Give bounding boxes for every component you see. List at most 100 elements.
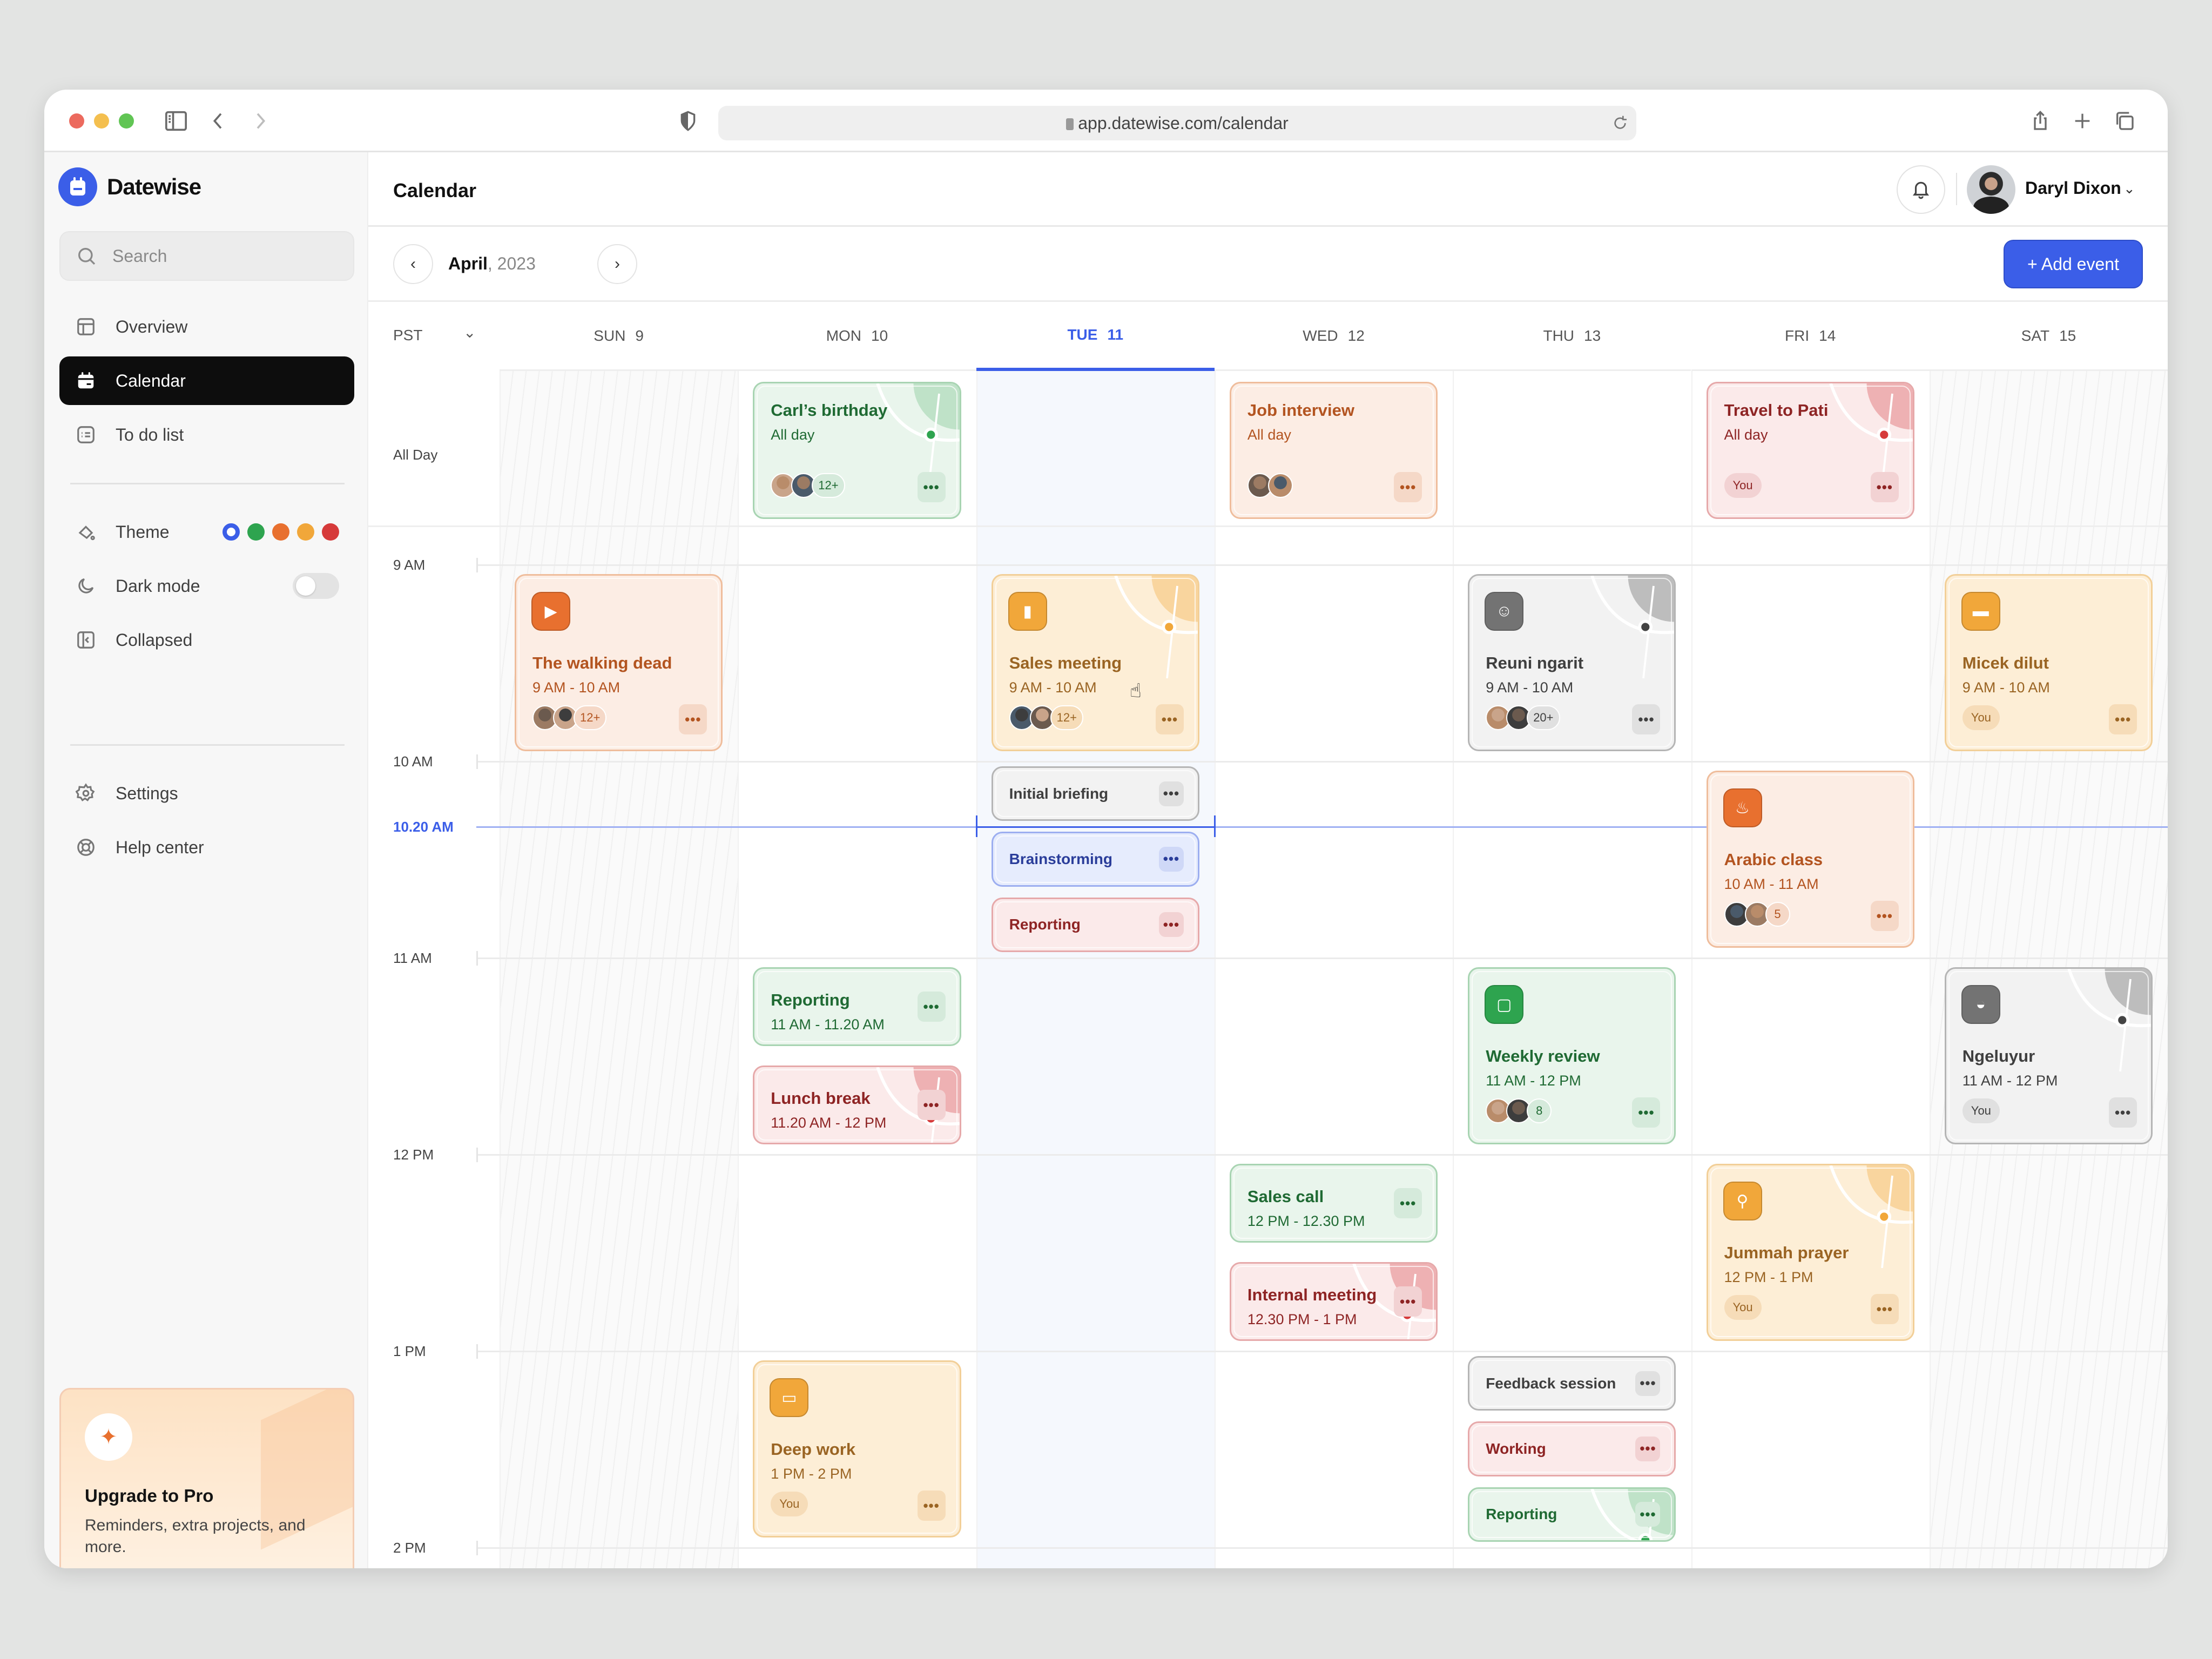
address-bar[interactable]: app.datewise.com/calendar [718,106,1636,140]
brand[interactable]: Datewise [58,167,201,206]
add-event-button[interactable]: + Add event [2004,240,2143,288]
user-name[interactable]: Daryl Dixon [2025,178,2121,198]
event-card[interactable]: Brainstorming ••• [991,832,1199,887]
event-card[interactable]: Ngeluyur 11 AM - 12 PM ◒ You ••• [1944,967,2153,1144]
user-avatar[interactable] [1967,165,2015,214]
more-options-button[interactable]: ••• [1632,1097,1661,1128]
more-options-button[interactable]: ••• [1158,781,1184,806]
more-options-button[interactable]: ••• [1394,1286,1422,1317]
event-card[interactable]: The walking dead 9 AM - 10 AM ▶ 12+ ••• [515,574,723,751]
theme-color-swatch[interactable] [247,523,265,541]
day-column[interactable] [1691,371,1930,1568]
more-options-button[interactable]: ••• [1635,1436,1661,1461]
new-tab-icon[interactable] [2071,110,2094,132]
attendees[interactable]: 20+ [1486,705,1560,730]
more-options-button[interactable]: ••• [1635,1502,1661,1527]
sidebar-item-help[interactable]: Help center [59,823,354,872]
day-column[interactable] [500,371,738,1568]
sidebar-item-collapsed[interactable]: Collapsed [59,616,354,664]
shield-icon[interactable] [676,110,700,132]
day-header-sun[interactable]: SUN 9 [500,302,738,371]
sidebar-item-settings[interactable]: Settings [59,769,354,818]
event-card[interactable]: Feedback session ••• [1468,1356,1676,1411]
day-header-mon[interactable]: MON 10 [738,302,976,371]
sidebar-item-calendar[interactable]: Calendar [59,356,354,405]
search-input[interactable]: Search [59,231,354,281]
chevron-down-icon[interactable]: ⌄ [2123,180,2135,197]
event-card[interactable]: Micek dilut 9 AM - 10 AM ▬ You ••• [1944,574,2153,751]
more-options-button[interactable]: ••• [917,1090,946,1120]
close-window-button[interactable] [69,113,84,129]
more-options-button[interactable]: ••• [1635,1371,1661,1396]
more-options-button[interactable]: ••• [1870,901,1899,931]
notifications-button[interactable] [1897,165,1945,214]
attendees[interactable] [1247,473,1293,498]
more-options-button[interactable]: ••• [1394,1188,1422,1218]
reload-icon[interactable] [1611,114,1629,132]
more-options-button[interactable]: ••• [2109,1097,2137,1128]
theme-color-swatch[interactable] [297,523,314,541]
more-options-button[interactable]: ••• [917,472,946,502]
theme-color-swatch[interactable] [322,523,339,541]
attendees[interactable]: You [771,1492,808,1516]
previous-month-button[interactable]: ‹ [393,244,433,284]
event-card[interactable]: Reporting ••• [991,897,1199,952]
maximize-window-button[interactable] [119,113,134,129]
event-card[interactable]: Working ••• [1468,1421,1676,1476]
event-card[interactable]: Reporting 11 AM - 11.20 AM ••• [753,967,961,1046]
more-options-button[interactable]: ••• [2109,704,2137,734]
chevron-down-icon[interactable]: ⌄ [463,323,476,341]
all-day-event-card[interactable]: Travel to Pati All day You ••• [1706,382,1914,519]
more-options-button[interactable]: ••• [917,992,946,1022]
event-card[interactable]: Reuni ngarit 9 AM - 10 AM ☺ 20+ ••• [1468,574,1676,751]
minimize-window-button[interactable] [94,113,109,129]
event-card[interactable]: Lunch break 11.20 AM - 12 PM ••• [753,1065,961,1144]
attendees[interactable]: You [1724,473,1762,498]
theme-color-swatch[interactable] [222,523,240,541]
sidebar-toggle-icon[interactable] [164,110,188,132]
day-header-wed[interactable]: WED 12 [1214,302,1453,371]
timezone-select[interactable]: PST [393,327,422,344]
more-options-button[interactable]: ••• [1158,846,1184,872]
day-column[interactable] [976,371,1215,1568]
more-options-button[interactable]: ••• [679,704,707,734]
next-month-button[interactable]: › [597,244,637,284]
more-options-button[interactable]: ••• [1870,472,1899,502]
attendees[interactable]: You [1724,1295,1762,1320]
event-card[interactable]: Deep work 1 PM - 2 PM ▭ You ••• [753,1360,961,1537]
day-header-thu[interactable]: THU 13 [1453,302,1691,371]
attendees[interactable]: You [1962,1098,2000,1123]
sidebar-item-todo[interactable]: To do list [59,410,354,459]
tabs-overview-icon[interactable] [2113,110,2136,132]
attendees[interactable]: 5 [1724,902,1790,927]
attendees[interactable]: 12+ [532,705,607,730]
all-day-event-card[interactable]: Carl’s birthday All day 12+ ••• [753,382,961,519]
day-column[interactable] [1214,371,1453,1568]
theme-color-swatch[interactable] [272,523,289,541]
forward-icon[interactable] [248,110,272,132]
event-card[interactable]: Arabic class 10 AM - 11 AM ♨ 5 ••• [1706,771,1914,948]
more-options-button[interactable]: ••• [1394,472,1422,502]
share-icon[interactable] [2028,110,2052,132]
event-card[interactable]: Initial briefing ••• [991,766,1199,821]
all-day-event-card[interactable]: Job interview All day ••• [1229,382,1438,519]
attendees[interactable]: 12+ [771,473,845,498]
more-options-button[interactable]: ••• [1870,1294,1899,1324]
back-icon[interactable] [206,110,230,132]
sidebar-item-overview[interactable]: Overview [59,302,354,351]
attendees[interactable]: 12+ [1009,705,1083,730]
attendees[interactable]: 8 [1486,1098,1552,1123]
event-card[interactable]: Sales meeting 9 AM - 10 AM ▮ 12+ ••• [991,574,1199,751]
event-card[interactable]: Internal meeting 12.30 PM - 1 PM ••• [1229,1262,1438,1341]
event-card[interactable]: Reporting ••• [1468,1487,1676,1542]
more-options-button[interactable]: ••• [1155,704,1184,734]
day-header-tue[interactable]: TUE 11 [976,302,1215,371]
event-card[interactable]: Jummah prayer 12 PM - 1 PM ⚲ You ••• [1706,1164,1914,1341]
day-header-fri[interactable]: FRI 14 [1691,302,1930,371]
more-options-button[interactable]: ••• [917,1491,946,1521]
more-options-button[interactable]: ••• [1632,704,1661,734]
event-card[interactable]: Weekly review 11 AM - 12 PM ▢ 8 ••• [1468,967,1676,1144]
event-card[interactable]: Sales call 12 PM - 12.30 PM ••• [1229,1164,1438,1243]
dark-mode-toggle[interactable] [293,573,339,599]
attendees[interactable]: You [1962,705,2000,730]
